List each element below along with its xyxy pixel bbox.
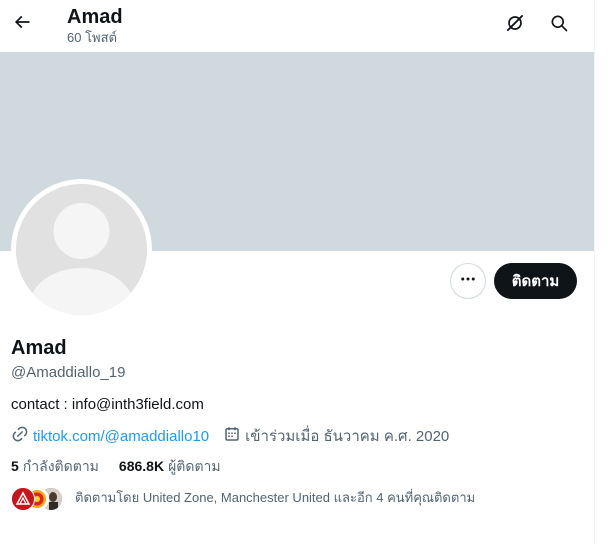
avatar[interactable] (11, 179, 152, 320)
joined-item: เข้าร่วมเมื่อ ธันวาคม ค.ศ. 2020 (223, 425, 449, 449)
calendar-icon (223, 425, 245, 449)
header-titles: Amad 60 โพสต์ (67, 5, 123, 46)
grok-icon (505, 13, 525, 38)
profile-header: Amad 60 โพสต์ (0, 0, 594, 52)
follower-avatar-united-zone (11, 487, 35, 511)
arrow-left-icon (12, 12, 32, 37)
followers-link[interactable]: 686.8K ผู้ติดตาม (119, 457, 221, 475)
follow-button[interactable]: ติดตาม (494, 263, 577, 299)
followed-by-text: ติดตามโดย United Zone, Manchester United… (75, 490, 476, 505)
back-button[interactable] (4, 6, 40, 42)
user-handle: @Amaddiallo_19 (11, 364, 126, 381)
website-item[interactable]: tiktok.com/@amaddiallo10 (11, 425, 209, 449)
profile-bio: contact : info@inth3field.com (11, 396, 204, 413)
profile-meta: tiktok.com/@amaddiallo10 เข้าร่วมเมื่อ ธ… (11, 425, 463, 449)
more-options-button[interactable] (450, 263, 486, 299)
search-icon (549, 13, 569, 38)
joined-date: เข้าร่วมเมื่อ ธันวาคม ค.ศ. 2020 (245, 428, 450, 445)
following-link[interactable]: 5 กำลังติดตาม (11, 457, 99, 475)
profile-page: Amad 60 โพสต์ ติดตาม Amad @Amaddiallo_19… (0, 0, 594, 544)
header-name: Amad (67, 6, 123, 28)
search-button[interactable] (542, 8, 576, 42)
grok-button[interactable] (498, 8, 532, 42)
website-link[interactable]: tiktok.com/@amaddiallo10 (33, 427, 209, 447)
followers-you-know[interactable]: ติดตามโดย United Zone, Manchester United… (11, 487, 475, 511)
profile-stats: 5 กำลังติดตาม 686.8K ผู้ติดตาม (11, 457, 241, 475)
default-avatar-icon (16, 184, 147, 315)
display-name: Amad (11, 337, 67, 359)
header-posts-count: 60 โพสต์ (67, 30, 118, 45)
followers-label: ผู้ติดตาม (168, 458, 221, 474)
following-label: กำลังติดตาม (22, 458, 99, 474)
scrollbar[interactable] (594, 0, 614, 544)
followers-count: 686.8K (118, 458, 165, 474)
more-dots-icon (459, 270, 477, 293)
following-count: 5 (11, 458, 19, 474)
link-icon (11, 425, 33, 449)
